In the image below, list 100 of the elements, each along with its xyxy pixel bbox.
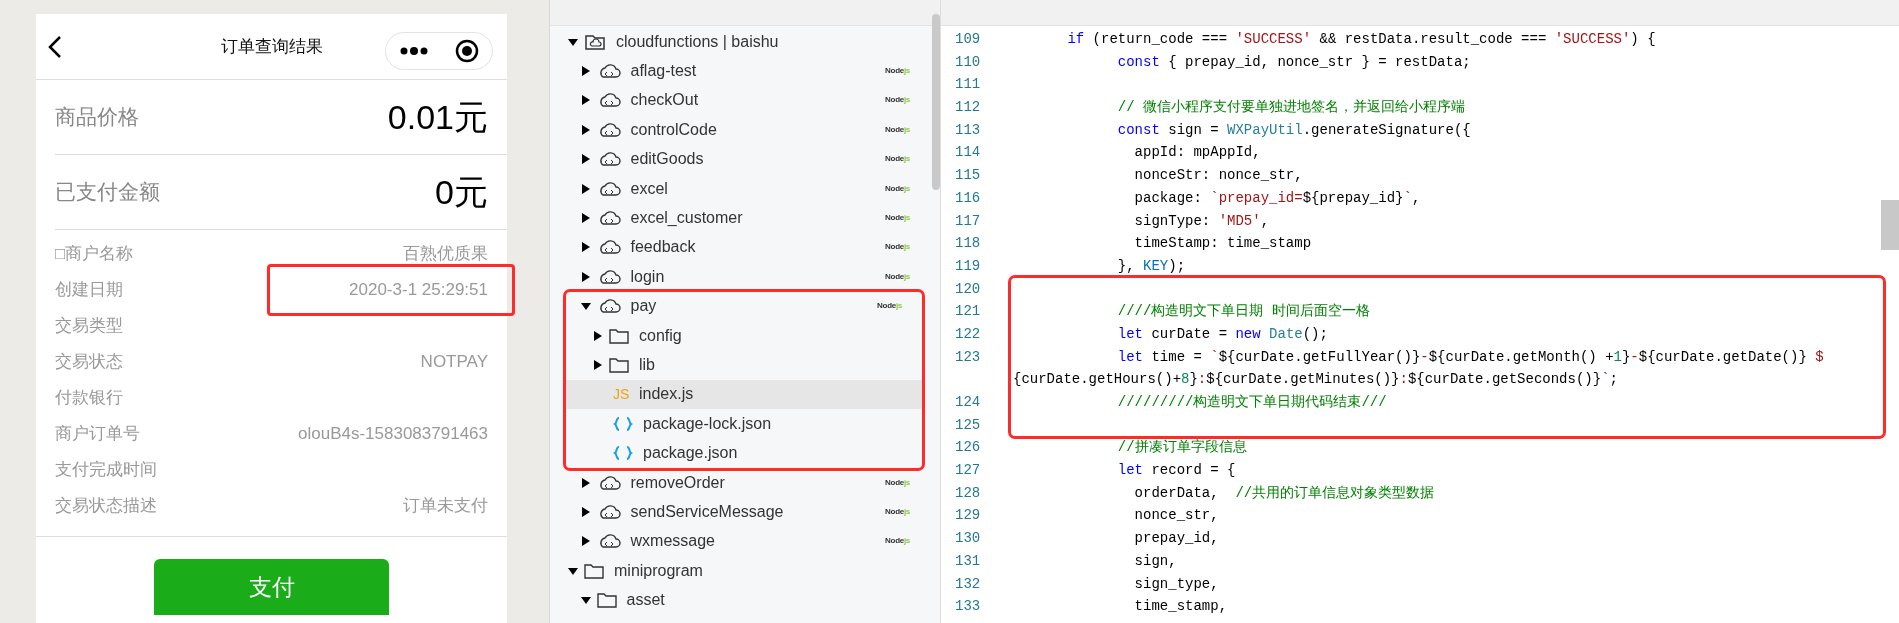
detail-label: 交易类型 bbox=[55, 315, 123, 338]
line-number: 122 bbox=[954, 324, 982, 344]
more-icon[interactable] bbox=[399, 47, 428, 55]
line-number: 129 bbox=[954, 506, 982, 526]
expand-arrow-icon[interactable] bbox=[580, 506, 591, 517]
line-number: 128 bbox=[954, 483, 982, 503]
tree-item[interactable]: package.json bbox=[566, 438, 922, 468]
tree-item[interactable]: controlCode Nodejs bbox=[550, 115, 930, 145]
code-line: nonceStr: nonce_str, bbox=[1133, 166, 1304, 186]
scrollbar-thumb[interactable] bbox=[1881, 200, 1899, 250]
line-number: 131 bbox=[954, 551, 982, 571]
expand-arrow-icon[interactable] bbox=[580, 66, 591, 77]
close-icon[interactable] bbox=[454, 39, 479, 63]
tree-item[interactable]: JS index.js bbox=[566, 379, 922, 410]
nodejs-label: Nodejs bbox=[885, 123, 910, 136]
tree-item[interactable]: checkOut Nodejs bbox=[550, 85, 930, 116]
expand-arrow-icon[interactable] bbox=[580, 271, 591, 282]
code-line: {curDate.getHours()+8}:${curDate.getMinutes()}:${curDate.getSeconds()}`; bbox=[1012, 370, 1619, 390]
tree-item[interactable]: aflag-test Nodejs bbox=[550, 56, 930, 86]
detail-value: NOTPAY bbox=[420, 351, 488, 374]
tree-item[interactable]: cloudfunctions | baishu bbox=[550, 27, 930, 57]
line-number: 121 bbox=[954, 302, 982, 322]
amount-label: 商品价格 bbox=[55, 104, 139, 131]
tree-item[interactable]: sendServiceMessage Nodejs bbox=[550, 497, 930, 527]
folder-icon bbox=[609, 327, 629, 344]
line-number: 110 bbox=[954, 52, 982, 72]
folder-icon bbox=[609, 357, 629, 373]
collapse-arrow-icon[interactable] bbox=[568, 36, 578, 47]
line-number: 118 bbox=[954, 234, 982, 254]
detail-label: 支付完成时间 bbox=[55, 459, 157, 482]
scrollbar-thumb[interactable] bbox=[932, 14, 940, 190]
code-line: sign_type, bbox=[1133, 574, 1220, 594]
cloud-folder-icon bbox=[584, 32, 606, 51]
code-line: time_stamp, bbox=[1133, 597, 1229, 617]
code-line: const { prepay_id, nonce_str } = restData; bbox=[1116, 52, 1472, 72]
tree-item[interactable]: pay Nodejs bbox=[566, 291, 922, 321]
expand-arrow-icon[interactable] bbox=[580, 477, 591, 488]
detail-label: 交易状态描述 bbox=[55, 495, 157, 518]
collapse-arrow-icon[interactable] bbox=[580, 595, 591, 606]
code-line: prepay_id, bbox=[1133, 529, 1220, 549]
nodejs-label: Nodejs bbox=[885, 270, 910, 283]
line-number: 117 bbox=[954, 211, 982, 231]
collapse-arrow-icon[interactable] bbox=[568, 565, 578, 576]
code-line: timeStamp: time_stamp bbox=[1133, 234, 1313, 254]
expand-arrow-icon[interactable] bbox=[580, 213, 591, 224]
line-number: 120 bbox=[954, 279, 982, 299]
line-number: 114 bbox=[954, 143, 982, 163]
expand-arrow-icon[interactable] bbox=[580, 124, 591, 135]
detail-value: 百熟优质果 bbox=[403, 243, 488, 266]
code-line: let curDate = new Date(); bbox=[1116, 324, 1329, 344]
code-line: package: `prepay_id=${prepay_id}`, bbox=[1133, 188, 1422, 208]
line-number: 130 bbox=[954, 529, 982, 549]
code-line: signType: 'MD5', bbox=[1133, 211, 1271, 231]
tree-item[interactable]: removeOrder Nodejs bbox=[550, 467, 930, 498]
line-number: 124 bbox=[954, 393, 982, 412]
code-line: //拼凑订单字段信息 bbox=[1116, 438, 1248, 458]
expand-arrow-icon[interactable] bbox=[580, 242, 591, 253]
tree-item[interactable]: lib bbox=[566, 350, 922, 380]
amount-label: 已支付金额 bbox=[55, 179, 160, 206]
expand-arrow-icon[interactable] bbox=[580, 154, 591, 165]
code-line: }, KEY); bbox=[1116, 256, 1187, 276]
code-line: ////构造明文下单日期 时间后面空一格 bbox=[1116, 302, 1371, 322]
detail-label: □商户名称 bbox=[55, 243, 134, 266]
tree-item[interactable]: wxmessage Nodejs bbox=[550, 526, 930, 557]
line-number: 113 bbox=[954, 120, 982, 140]
expand-arrow-icon[interactable] bbox=[593, 330, 603, 341]
line-number: 111 bbox=[954, 75, 982, 95]
tree-item[interactable]: miniprogram bbox=[550, 556, 930, 586]
expand-arrow-icon[interactable] bbox=[580, 95, 591, 106]
line-number: 127 bbox=[954, 461, 982, 481]
expand-arrow-icon[interactable] bbox=[580, 183, 591, 194]
nodejs-label: Nodejs bbox=[885, 212, 910, 225]
detail-label: 付款银行 bbox=[55, 387, 123, 410]
tree-item[interactable]: package-lock.json bbox=[566, 409, 922, 439]
detail-value: 订单未支付 bbox=[403, 495, 488, 518]
line-number: 123 bbox=[954, 347, 982, 367]
expand-arrow-icon[interactable] bbox=[580, 536, 591, 547]
line-number: 125 bbox=[954, 415, 982, 435]
tree-item[interactable]: excel_customer Nodejs bbox=[550, 203, 930, 233]
line-number: 115 bbox=[954, 166, 982, 186]
code-line: if (return_code === 'SUCCESS' && restData.result_code === 'SUCCESS') { bbox=[1066, 30, 1657, 49]
collapse-arrow-icon[interactable] bbox=[580, 301, 591, 312]
code-line: // 微信小程序支付要单独进地签名，并返回给小程序端 bbox=[1116, 98, 1467, 118]
tree-item[interactable]: editGoods Nodejs bbox=[550, 144, 930, 174]
tree-item[interactable]: excel Nodejs bbox=[550, 173, 930, 204]
json-file-icon bbox=[613, 446, 633, 461]
tree-item[interactable]: feedback Nodejs bbox=[550, 232, 930, 263]
json-file-icon bbox=[613, 416, 633, 431]
nodejs-label: Nodejs bbox=[885, 505, 910, 518]
nodejs-label: Nodejs bbox=[885, 535, 910, 548]
tree-item[interactable]: login Nodejs bbox=[550, 262, 930, 292]
code-line: nonce_str, bbox=[1133, 506, 1220, 526]
line-number: 112 bbox=[954, 98, 982, 118]
tree-item[interactable]: config bbox=[566, 320, 922, 351]
line-number: 116 bbox=[954, 188, 982, 208]
expand-arrow-icon[interactable] bbox=[593, 360, 603, 370]
tree-item[interactable]: asset bbox=[550, 585, 930, 615]
back-icon[interactable] bbox=[48, 35, 62, 59]
nodejs-label: Nodejs bbox=[885, 182, 910, 195]
nodejs-label: Nodejs bbox=[885, 241, 910, 254]
